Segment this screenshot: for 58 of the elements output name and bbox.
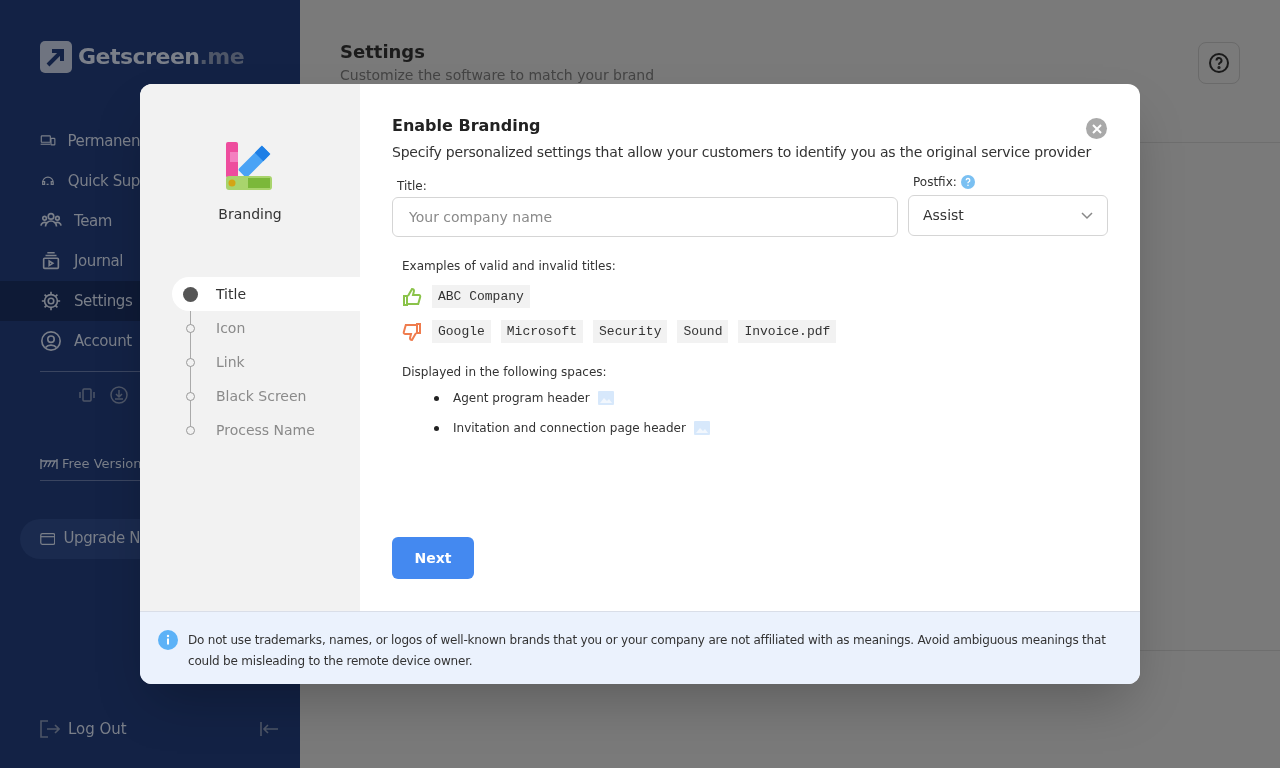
section-label: Branding [218,205,282,224]
help-icon [1208,52,1230,74]
info-icon [158,630,178,650]
step-item[interactable]: Icon [172,311,360,345]
thumbs-up-icon [402,286,422,307]
journal-icon [40,250,62,272]
gauge-icon [40,457,58,470]
collapse-icon[interactable] [260,721,278,736]
step-item[interactable]: Black Screen [172,379,360,413]
card-icon [40,530,56,547]
postfix-select[interactable]: Assist [908,195,1108,236]
step-item[interactable]: Title [172,277,360,311]
logout-icon [40,719,60,738]
example-chip: ABC Company [432,285,530,308]
dialog-description: Specify personalized settings that allow your customers to identify you as the original service provider [392,143,1093,162]
example-chip: Google [432,320,491,343]
example-chip: Microsoft [500,320,584,343]
download-icon[interactable] [110,386,128,404]
image-icon[interactable] [597,391,614,405]
examples-heading: Examples of valid and invalid titles: [402,258,617,275]
nav-item[interactable]: Journal [0,241,140,281]
field-label: Postfix: [913,174,957,191]
select-value: Assist [923,206,964,225]
help-button[interactable] [1198,42,1240,84]
step-item[interactable]: Process Name [172,413,360,447]
help-icon[interactable] [960,175,975,189]
field-label: Title: [397,178,428,195]
logo-icon [40,40,72,73]
plan-label: Free Version [62,455,142,473]
close-icon [1091,123,1102,134]
example-chip: Sound [677,320,729,343]
image-icon[interactable] [693,421,710,435]
nav-item[interactable]: Permanen [0,121,140,161]
upgrade-button[interactable]: Upgrade N [20,518,140,559]
vibrate-icon[interactable] [78,386,96,404]
spaces-heading: Displayed in the following spaces: [402,364,608,381]
example-chip: Invoice.pdf [738,320,837,343]
notice-text: Do not use trademarks, names, or logos of well-known brands that you or your company are not affiliated with as meanings. Avoid ambiguous meanings that could be misleading to the remote device owner. [188,632,1107,670]
next-button[interactable]: Next [392,537,474,579]
close-button[interactable] [1086,118,1107,139]
space-item: Invitation and connection page header [453,420,686,437]
logo-text: Getscreen.me [78,43,245,71]
dialog-title: Enable Branding [392,116,541,136]
nav-item[interactable]: Quick Sup [0,161,140,201]
bullet [434,395,439,401]
step-item[interactable]: Link [172,345,360,379]
nav-item[interactable]: Team [0,201,140,241]
title-input[interactable]: Your company name [392,197,898,237]
page-title: Settings [340,40,426,64]
example-chip: Security [593,320,668,343]
gear-icon [40,290,62,312]
nav-item[interactable]: Account [0,321,140,361]
space-item: Agent program header [453,390,590,407]
logout-button[interactable]: Log Out [40,717,127,740]
chevron-down-icon [1081,211,1093,220]
account-icon [40,330,62,352]
bullet [434,425,439,431]
thumbs-down-icon [402,321,422,342]
